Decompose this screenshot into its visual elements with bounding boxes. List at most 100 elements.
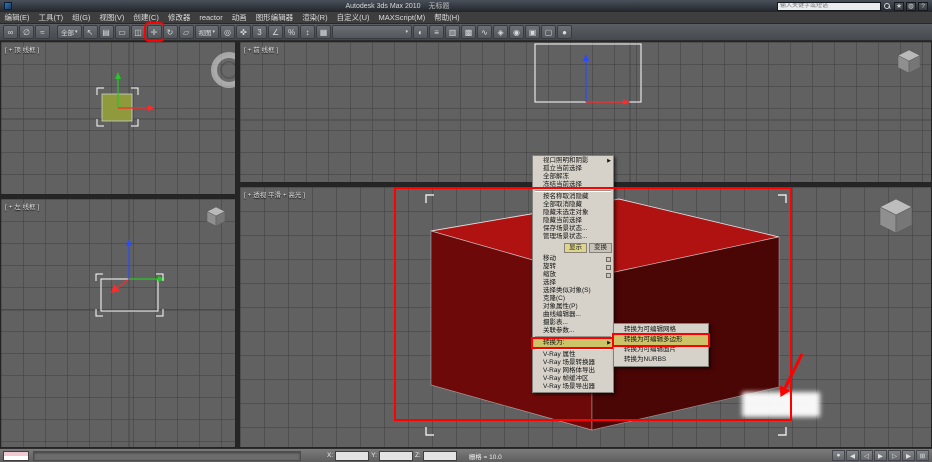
quad-menu-item[interactable]: 选择▶ [533, 279, 613, 287]
viewcube-icon[interactable] [898, 50, 920, 73]
quad-menu-item[interactable]: 缩放▶ [533, 271, 613, 279]
spinner-snap-icon[interactable]: ↕▾ [300, 25, 315, 39]
graphite-ribbon-toggle-icon[interactable]: ▩▾ [461, 25, 476, 39]
submenu-item[interactable]: 转换为可编辑网格▶ [614, 325, 708, 335]
quad-menu-item[interactable]: 选择类似对象(S)▶ [533, 287, 613, 295]
quad-menu-item[interactable]: 管理场景状态...▶ [533, 233, 613, 241]
infocenter-search-input[interactable] [777, 2, 881, 11]
percent-snap-icon[interactable]: %▾ [284, 25, 299, 39]
go-to-end-icon[interactable]: ▶ [902, 450, 915, 461]
submenu-item[interactable]: 转换为可编辑多边形▶ [614, 335, 708, 345]
quad-title-transform[interactable]: 变换 [589, 243, 612, 253]
menu-item[interactable]: 编辑(E) [0, 12, 34, 23]
viewport-perspective-label[interactable]: [ + 透视 平滑 + 高光 ] [244, 189, 305, 199]
viewport-top[interactable]: [ + 顶 线框 ] [0, 41, 236, 195]
quad-menu-item[interactable]: ▶ [535, 190, 611, 192]
set-key-icon[interactable]: ● [832, 450, 845, 461]
quad-menu-item[interactable]: 移动▶ [533, 255, 613, 263]
menu-item[interactable]: 帮助(H) [430, 12, 464, 23]
edit-named-selections-icon[interactable]: ▦▾ [316, 25, 331, 39]
quad-menu-item[interactable]: V-Ray 帧缓冲区▶ [533, 375, 613, 383]
quad-title-display[interactable]: 显示 [564, 243, 587, 253]
viewcube-icon[interactable] [880, 199, 912, 233]
render-setup-icon[interactable]: ▣▾ [525, 25, 540, 39]
angle-snap-icon[interactable]: ∠▾ [268, 25, 283, 39]
box-object-front-view[interactable] [535, 44, 641, 102]
bind-to-space-warp-icon[interactable]: ≈▾ [35, 25, 50, 39]
move-gizmo[interactable] [583, 54, 630, 105]
select-by-name-icon[interactable]: ▤▾ [99, 25, 114, 39]
curve-editor-icon[interactable]: ∿▾ [477, 25, 492, 39]
quad-menu-item[interactable]: 曲线编辑器...▶ [533, 311, 613, 319]
render-production-icon[interactable]: ●▾ [557, 25, 572, 39]
quad-menu-item[interactable]: 孤立当前选择▶ [533, 165, 613, 173]
menu-item[interactable]: reactor [195, 12, 227, 23]
quad-menu-item[interactable]: 旋转▶ [533, 263, 613, 271]
previous-frame-icon[interactable]: ◁ [860, 450, 873, 461]
quad-menu-item[interactable]: 关联参数...▶ [533, 327, 613, 335]
unlink-selection-icon[interactable]: ∅▾ [19, 25, 34, 39]
select-and-rotate-icon[interactable]: ↻▾ [163, 25, 178, 39]
quad-menu-item[interactable]: 全部解冻▶ [533, 173, 613, 181]
quad-menu-item[interactable]: V-Ray 场景转换器▶ [533, 359, 613, 367]
window-crossing-toggle-icon[interactable]: ◫▾ [131, 25, 146, 39]
search-icon[interactable] [884, 3, 891, 10]
quad-menu-item[interactable]: 冻结当前选择▶ [533, 181, 613, 189]
viewport-left[interactable]: [ + 左 线框 ] [0, 198, 236, 448]
quad-menu-item[interactable]: V-Ray 场景导出器▶ [533, 383, 613, 391]
z-coordinate-field[interactable] [423, 451, 457, 461]
quad-menu-item[interactable]: V-Ray 属性▶ [533, 351, 613, 359]
menu-item[interactable]: 组(G) [68, 12, 95, 23]
menu-item[interactable]: 渲染(R) [298, 12, 332, 23]
quad-menu-item[interactable]: 按名称取消隐藏▶ [533, 193, 613, 201]
schematic-view-icon[interactable]: ◈▾ [493, 25, 508, 39]
menu-item[interactable]: 修改器 [163, 12, 195, 23]
next-frame-icon[interactable]: ▷ [888, 450, 901, 461]
named-selection-sets-dropdown[interactable]: ▾ [332, 25, 412, 39]
rectangular-selection-region-icon[interactable]: ▭▾ [115, 25, 130, 39]
select-and-move-icon[interactable]: ✛▾ [147, 25, 162, 39]
steering-wheel-control[interactable] [214, 55, 236, 85]
quad-menu-item[interactable]: V-Ray 网格体导出▶ [533, 367, 613, 375]
submenu-item[interactable]: 转换为NURBS▶ [614, 355, 708, 365]
app-icon[interactable] [4, 2, 12, 10]
layer-manager-icon[interactable]: ▥▾ [445, 25, 460, 39]
mirror-icon[interactable]: ◐▾ [413, 25, 428, 39]
menu-item[interactable]: 自定义(U) [332, 12, 374, 23]
select-object-icon[interactable]: ↖▾ [83, 25, 98, 39]
quad-menu-item[interactable]: ▶ [535, 348, 611, 350]
align-icon[interactable]: ≡▾ [429, 25, 444, 39]
quad-menu-item[interactable]: 对象属性(P)▶ [533, 303, 613, 311]
menu-item[interactable]: 创建(C) [129, 12, 163, 23]
quad-menu-item[interactable]: 保存场景状态...▶ [533, 225, 613, 233]
menu-item[interactable]: 工具(T) [34, 12, 68, 23]
submenu-item[interactable]: 转换为可编辑面片▶ [614, 345, 708, 355]
move-gizmo[interactable] [111, 239, 165, 293]
quad-menu-item[interactable]: ▶ [535, 336, 611, 338]
maxscript-mini-listener[interactable] [3, 451, 29, 461]
quad-menu-item[interactable]: 隐藏未选定对象▶ [533, 209, 613, 217]
go-to-start-icon[interactable]: ◀ [846, 450, 859, 461]
quad-menu-item[interactable]: 转换为:▶ [533, 339, 613, 347]
select-and-manipulate-icon[interactable]: ✜▾ [236, 25, 251, 39]
viewport-left-label[interactable]: [ + 左 线框 ] [5, 201, 39, 211]
menu-item[interactable]: 动画 [227, 12, 251, 23]
snaps-toggle-icon[interactable]: 3▾ [252, 25, 267, 39]
viewport-front-label[interactable]: [ + 前 线框 ] [244, 44, 278, 54]
play-animation-icon[interactable]: ▶ [874, 450, 887, 461]
quad-menu-item[interactable]: 视口照明和阴影▶ [533, 157, 613, 165]
toolbar-separator[interactable]: ▾ [51, 25, 56, 39]
help-icon[interactable]: ? [918, 2, 928, 11]
menu-item[interactable]: 视图(V) [95, 12, 129, 23]
use-pivot-point-icon[interactable]: ◎▾ [220, 25, 235, 39]
quad-menu-item[interactable]: 全部取消隐藏▶ [533, 201, 613, 209]
select-and-link-icon[interactable]: ∞▾ [3, 25, 18, 39]
viewport-layout-icon[interactable]: ⊞ [916, 450, 929, 461]
x-coordinate-field[interactable] [335, 451, 369, 461]
menu-item[interactable]: MAXScript(M) [374, 12, 430, 23]
reference-coordinate-dropdown[interactable]: 视图▾ [195, 25, 220, 39]
quad-menu-item[interactable]: 摄影表...▶ [533, 319, 613, 327]
favorites-star-icon[interactable]: ★ [894, 2, 904, 11]
select-and-scale-icon[interactable]: ▱▾ [179, 25, 194, 39]
material-editor-icon[interactable]: ◉▾ [509, 25, 524, 39]
